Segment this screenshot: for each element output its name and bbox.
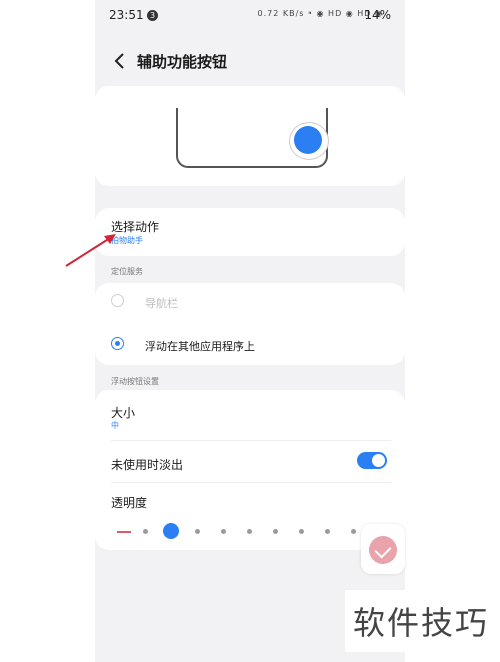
slider-step-dot[interactable] bbox=[142, 529, 148, 534]
fade-toggle[interactable] bbox=[357, 452, 387, 469]
radio-float-over-apps-label: 浮动在其他应用程序上 bbox=[145, 340, 255, 353]
opacity-label: 透明度 bbox=[111, 496, 148, 510]
preview-floating-button bbox=[294, 126, 322, 154]
preview-card bbox=[95, 86, 405, 186]
slider-step-dot[interactable] bbox=[272, 529, 278, 534]
slider-step-dot[interactable] bbox=[324, 529, 330, 534]
fade-label: 未使用时淡出 bbox=[111, 458, 184, 472]
watermark: 软件技巧 bbox=[345, 590, 495, 652]
slider-thumb[interactable] bbox=[163, 523, 179, 539]
select-action-row[interactable]: 选择动作 拍物助手 bbox=[95, 208, 405, 256]
back-arrow-icon[interactable] bbox=[111, 51, 131, 71]
radio-float-over-apps[interactable] bbox=[111, 337, 124, 350]
radio-navigation-bar-label: 导航栏 bbox=[145, 297, 178, 310]
left-margin bbox=[0, 0, 95, 662]
radio-navigation-bar[interactable] bbox=[111, 294, 124, 307]
notification-badge: 3 bbox=[147, 10, 158, 21]
slider-step-dot[interactable] bbox=[246, 529, 252, 534]
right-margin bbox=[405, 0, 500, 662]
divider bbox=[111, 482, 391, 483]
page-header: 辅助功能按钮 bbox=[95, 44, 405, 80]
slider-step-dot[interactable] bbox=[298, 529, 304, 534]
status-time: 23:51 bbox=[109, 8, 144, 22]
phone-screen: 23:51 3 0.72 KB/s ⁍ ◉ HD ◉ HD ◉ 14% 辅助功能… bbox=[95, 0, 405, 662]
check-icon bbox=[369, 536, 397, 564]
battery-level: 14% bbox=[364, 8, 391, 22]
size-label[interactable]: 大小 bbox=[111, 404, 135, 421]
float-settings-card: 大小 中 未使用时淡出 透明度 bbox=[95, 390, 405, 550]
position-options-card: 导航栏 浮动在其他应用程序上 bbox=[95, 283, 405, 365]
slider-step-dot[interactable] bbox=[194, 529, 200, 534]
floating-assistant-button[interactable] bbox=[361, 524, 405, 574]
page-title: 辅助功能按钮 bbox=[137, 53, 228, 71]
watermark-text: 软件技巧 bbox=[353, 604, 490, 642]
float-section-label: 浮动按钮设置 bbox=[111, 377, 159, 386]
size-value: 中 bbox=[111, 421, 119, 430]
toggle-knob bbox=[372, 454, 385, 467]
slider-step-dot[interactable] bbox=[350, 529, 356, 534]
minus-icon[interactable] bbox=[117, 531, 131, 533]
slider-step-dot[interactable] bbox=[220, 529, 226, 534]
status-bar: 23:51 3 0.72 KB/s ⁍ ◉ HD ◉ HD ◉ 14% bbox=[95, 0, 405, 32]
divider bbox=[111, 440, 391, 441]
annotation-arrow-icon bbox=[65, 234, 116, 267]
